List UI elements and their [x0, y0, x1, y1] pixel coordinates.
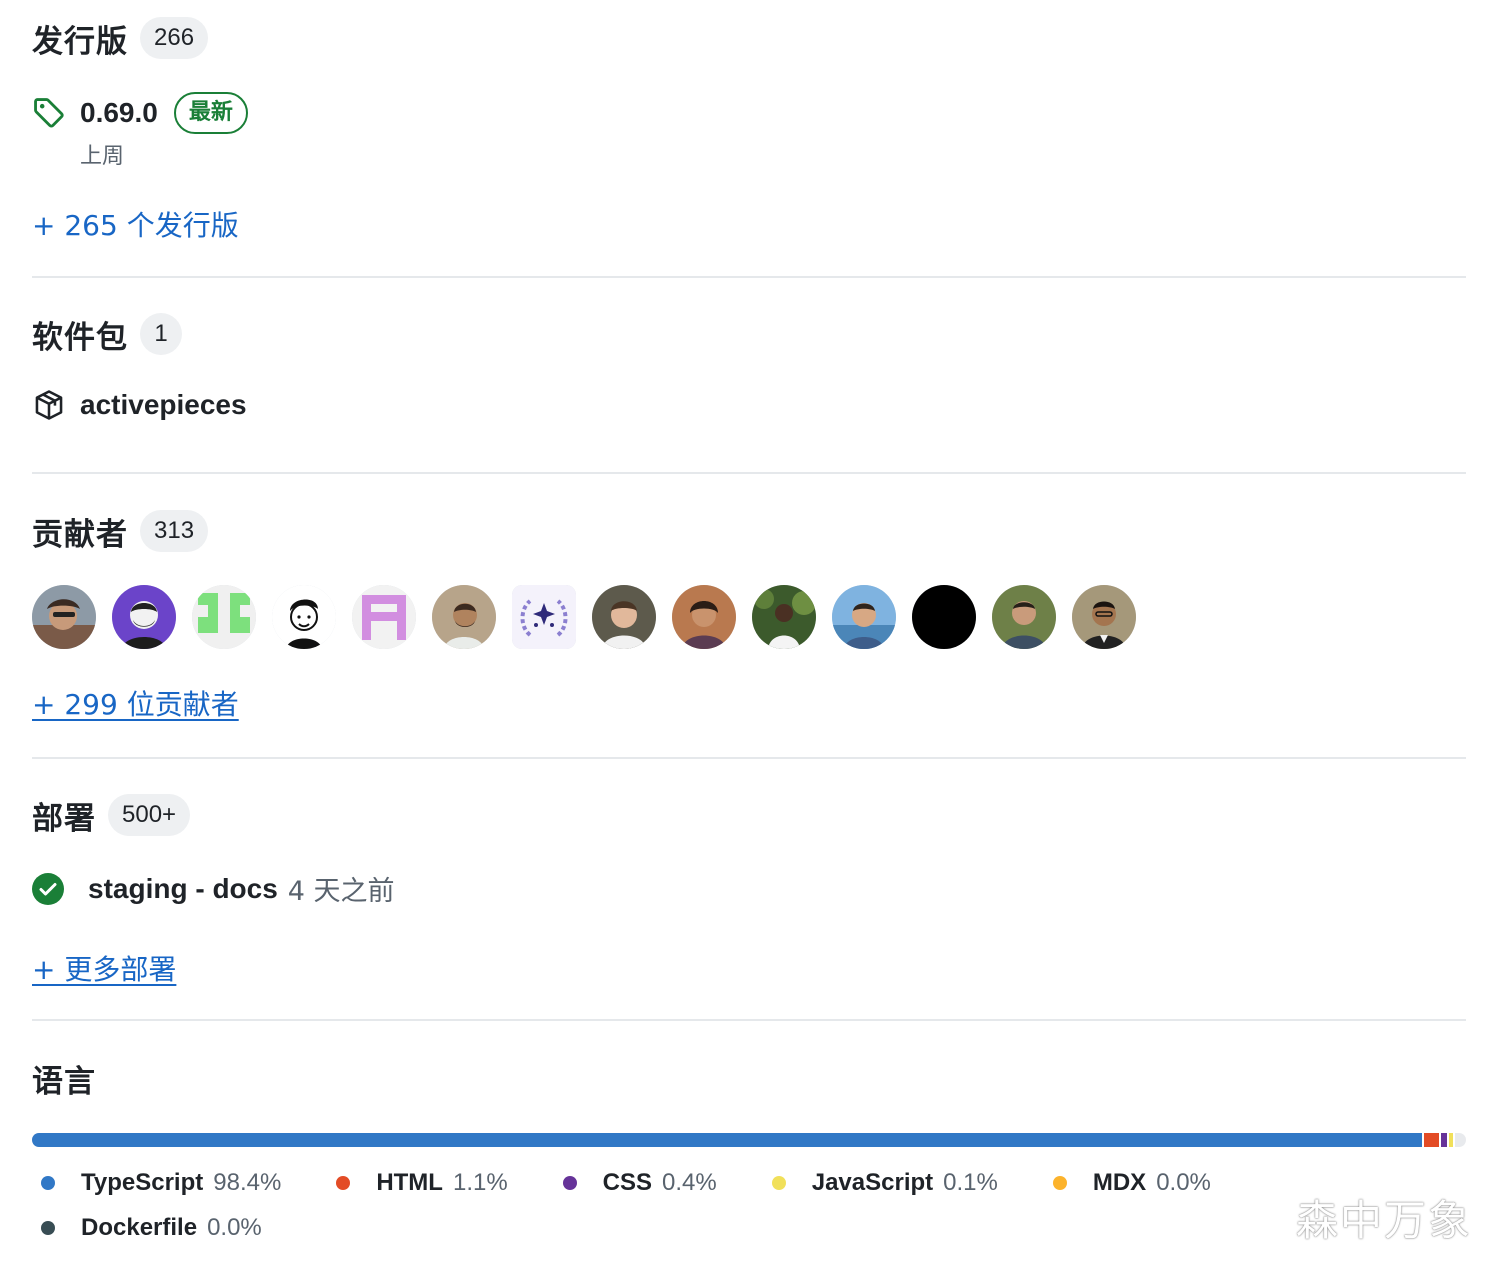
- package-icon: [32, 388, 66, 422]
- language-name: Dockerfile: [81, 1213, 198, 1241]
- avatar[interactable]: [912, 585, 976, 649]
- language-name: TypeScript: [81, 1168, 204, 1196]
- avatar[interactable]: [272, 585, 336, 649]
- language-name: MDX: [1092, 1168, 1147, 1196]
- contributors-title[interactable]: 贡献者: [32, 509, 128, 554]
- deployment-time: 4 天之前: [287, 876, 395, 907]
- language-legend: TypeScript 98.4% HTML 1.1% CSS 0.4% JavaScript…: [32, 1160, 1332, 1250]
- language-legend-item[interactable]: TypeScript 98.4%: [32, 1160, 281, 1205]
- deployments-count-badge: 500+: [108, 794, 191, 836]
- deployment-env[interactable]: staging - docs: [88, 873, 278, 905]
- language-legend-item[interactable]: CSS 0.4%: [554, 1160, 717, 1205]
- packages-section: 软件包 1 activepieces: [32, 312, 1466, 422]
- language-percent: 0.0%: [1156, 1168, 1211, 1196]
- language-name: JavaScript: [811, 1168, 934, 1196]
- language-percent: 0.1%: [943, 1168, 998, 1196]
- avatar[interactable]: [352, 585, 416, 649]
- more-contributors-link[interactable]: + 299 位贡献者: [32, 688, 239, 721]
- watermark: 森中万象: [1295, 1196, 1472, 1245]
- language-bar-segment[interactable]: [1449, 1133, 1455, 1147]
- languages-title: 语言: [32, 1063, 96, 1100]
- language-legend-item[interactable]: MDX 0.0%: [1044, 1160, 1211, 1205]
- check-circle-icon: [32, 872, 64, 905]
- language-color-dot: [41, 1175, 55, 1190]
- avatar[interactable]: [592, 585, 656, 649]
- avatar[interactable]: [512, 585, 576, 649]
- avatar[interactable]: [1072, 585, 1136, 649]
- language-percent: 0.4%: [662, 1168, 717, 1196]
- avatar[interactable]: [112, 585, 176, 649]
- divider: [32, 757, 1466, 759]
- language-legend-item[interactable]: HTML 1.1%: [327, 1160, 508, 1205]
- divider: [32, 276, 1466, 278]
- avatar[interactable]: [192, 585, 256, 649]
- language-percent: 1.1%: [452, 1168, 508, 1196]
- packages-count-badge: 1: [140, 313, 182, 355]
- release-version[interactable]: 0.69.0: [80, 97, 158, 129]
- language-bar-segment[interactable]: [1423, 1133, 1442, 1147]
- language-percent: 98.4%: [213, 1168, 282, 1196]
- language-color-dot: [771, 1175, 786, 1190]
- contributors-count-badge: 313: [140, 510, 209, 552]
- avatar[interactable]: [32, 585, 96, 649]
- contributors-section: 贡献者 313 + 299 位贡献者: [32, 509, 1466, 723]
- deployment-item[interactable]: staging - docs 4 天之前: [32, 869, 1466, 908]
- releases-count-badge: 266: [140, 17, 209, 59]
- deployments-title[interactable]: 部署: [32, 793, 96, 838]
- language-percent: 0.0%: [207, 1213, 262, 1241]
- avatar[interactable]: [752, 585, 816, 649]
- package-name[interactable]: activepieces: [80, 389, 247, 421]
- divider: [32, 472, 1466, 474]
- language-name: HTML: [376, 1168, 443, 1196]
- avatar[interactable]: [672, 585, 736, 649]
- language-color-dot: [562, 1175, 577, 1190]
- latest-badge: 最新: [173, 92, 248, 134]
- language-bar: [32, 1133, 1466, 1147]
- latest-release[interactable]: 0.69.0 最新 上周: [32, 92, 1466, 170]
- avatar[interactable]: [992, 585, 1056, 649]
- tag-icon: [32, 96, 66, 130]
- languages-section: 语言 TypeScript 98.4% HTML 1.1% CSS 0.4% JavaScr…: [32, 1056, 1466, 1250]
- releases-section: 发行版 266 0.69.0 最新 上周 + 265 个发行版: [32, 16, 1466, 244]
- deployments-section: 部署 500+ staging - docs 4 天之前 + 更多部署: [32, 793, 1466, 988]
- avatar[interactable]: [432, 585, 496, 649]
- release-time: 上周: [80, 144, 125, 169]
- contributor-avatars: [32, 585, 1466, 649]
- more-deployments-link[interactable]: + 更多部署: [32, 953, 176, 986]
- language-color-dot: [336, 1175, 351, 1190]
- language-legend-item[interactable]: JavaScript 0.1%: [763, 1160, 998, 1205]
- language-bar-segment[interactable]: [1441, 1133, 1450, 1147]
- language-bar-segment[interactable]: [32, 1133, 1424, 1147]
- avatar[interactable]: [832, 585, 896, 649]
- language-color-dot: [1052, 1175, 1067, 1190]
- packages-title[interactable]: 软件包: [32, 312, 128, 357]
- divider: [32, 1019, 1466, 1021]
- more-releases-link[interactable]: + 265 个发行版: [32, 209, 239, 242]
- language-legend-item[interactable]: Dockerfile 0.0%: [32, 1205, 262, 1250]
- package-item[interactable]: activepieces: [32, 388, 1466, 422]
- releases-title[interactable]: 发行版: [32, 16, 128, 61]
- language-color-dot: [41, 1220, 55, 1235]
- language-name: CSS: [602, 1168, 653, 1196]
